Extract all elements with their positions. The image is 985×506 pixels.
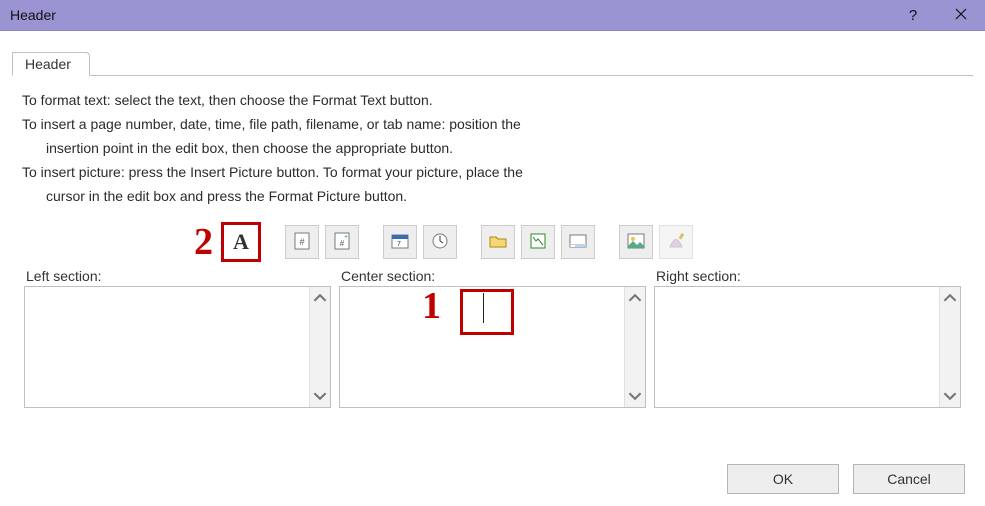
instruction-line: insertion point in the edit box, then ch… [22,136,963,160]
format-text-button[interactable]: A [221,222,261,262]
help-icon: ? [909,7,917,24]
svg-text:+: + [344,234,348,241]
date-icon: 7 [390,231,410,254]
insert-picture-icon [626,231,646,254]
insert-time-button[interactable] [423,225,457,259]
total-pages-icon: +# [332,231,352,254]
center-section-label: Center section: [341,268,646,284]
center-scrollbar[interactable] [624,287,645,407]
header-dialog: Header ? Header To format text: select t… [0,0,985,506]
scroll-down-icon[interactable] [628,389,642,403]
tab-label: Header [25,56,71,72]
right-scrollbar[interactable] [939,287,960,407]
left-section-input[interactable] [25,287,309,407]
right-section-label: Right section: [656,268,961,284]
scroll-down-icon[interactable] [313,389,327,403]
callout-number-2: 2 [194,223,213,261]
file-name-icon [528,231,548,254]
svg-text:#: # [299,237,304,247]
insert-page-number-button[interactable]: # [285,225,319,259]
help-button[interactable]: ? [889,0,937,30]
window-title: Header [10,7,56,23]
titlebar-controls: ? [889,0,985,30]
insert-tab-name-button[interactable] [561,225,595,259]
ok-button[interactable]: OK [727,464,839,494]
right-section: Right section: [654,268,961,408]
toolbar: 2 A # +# 7 [22,222,963,262]
sections-row: Left section: Center section: [22,268,963,408]
insert-total-pages-button[interactable]: +# [325,225,359,259]
scroll-up-icon[interactable] [313,291,327,305]
file-path-icon [488,231,508,254]
dialog-footer: OK Cancel [727,464,965,494]
callout-number-1: 1 [422,287,441,325]
insert-file-name-button[interactable] [521,225,555,259]
left-section-label: Left section: [26,268,331,284]
instructions: To format text: select the text, then ch… [22,88,963,208]
tab-name-icon [568,231,588,254]
format-text-icon: A [233,229,249,255]
cancel-button-label: Cancel [887,471,931,487]
titlebar: Header ? [0,0,985,31]
ok-button-label: OK [773,471,793,487]
tab-strip: Header [12,49,985,75]
scroll-up-icon[interactable] [628,291,642,305]
right-section-box [654,286,961,408]
insert-date-button[interactable]: 7 [383,225,417,259]
insert-file-path-button[interactable] [481,225,515,259]
time-icon [430,231,450,254]
format-picture-button[interactable] [659,225,693,259]
instruction-line: To insert picture: press the Insert Pict… [22,160,963,184]
format-picture-icon [666,231,686,254]
callout-box-1 [460,289,514,335]
scroll-up-icon[interactable] [943,291,957,305]
page-number-icon: # [292,231,312,254]
tab-panel: To format text: select the text, then ch… [12,75,973,418]
cancel-button[interactable]: Cancel [853,464,965,494]
close-icon [955,7,967,24]
instruction-line: To insert a page number, date, time, fil… [22,112,963,136]
scroll-down-icon[interactable] [943,389,957,403]
insert-picture-button[interactable] [619,225,653,259]
left-scrollbar[interactable] [309,287,330,407]
svg-text:7: 7 [397,241,401,248]
left-section-box [24,286,331,408]
center-section: Center section: 1 [339,268,646,408]
right-section-input[interactable] [655,287,939,407]
center-section-box: 1 [339,286,646,408]
close-button[interactable] [937,0,985,30]
instruction-line: cursor in the edit box and press the For… [22,184,963,208]
instruction-line: To format text: select the text, then ch… [22,88,963,112]
text-caret [483,293,484,323]
tab-header[interactable]: Header [12,52,90,76]
svg-text:#: # [340,239,345,248]
left-section: Left section: [24,268,331,408]
